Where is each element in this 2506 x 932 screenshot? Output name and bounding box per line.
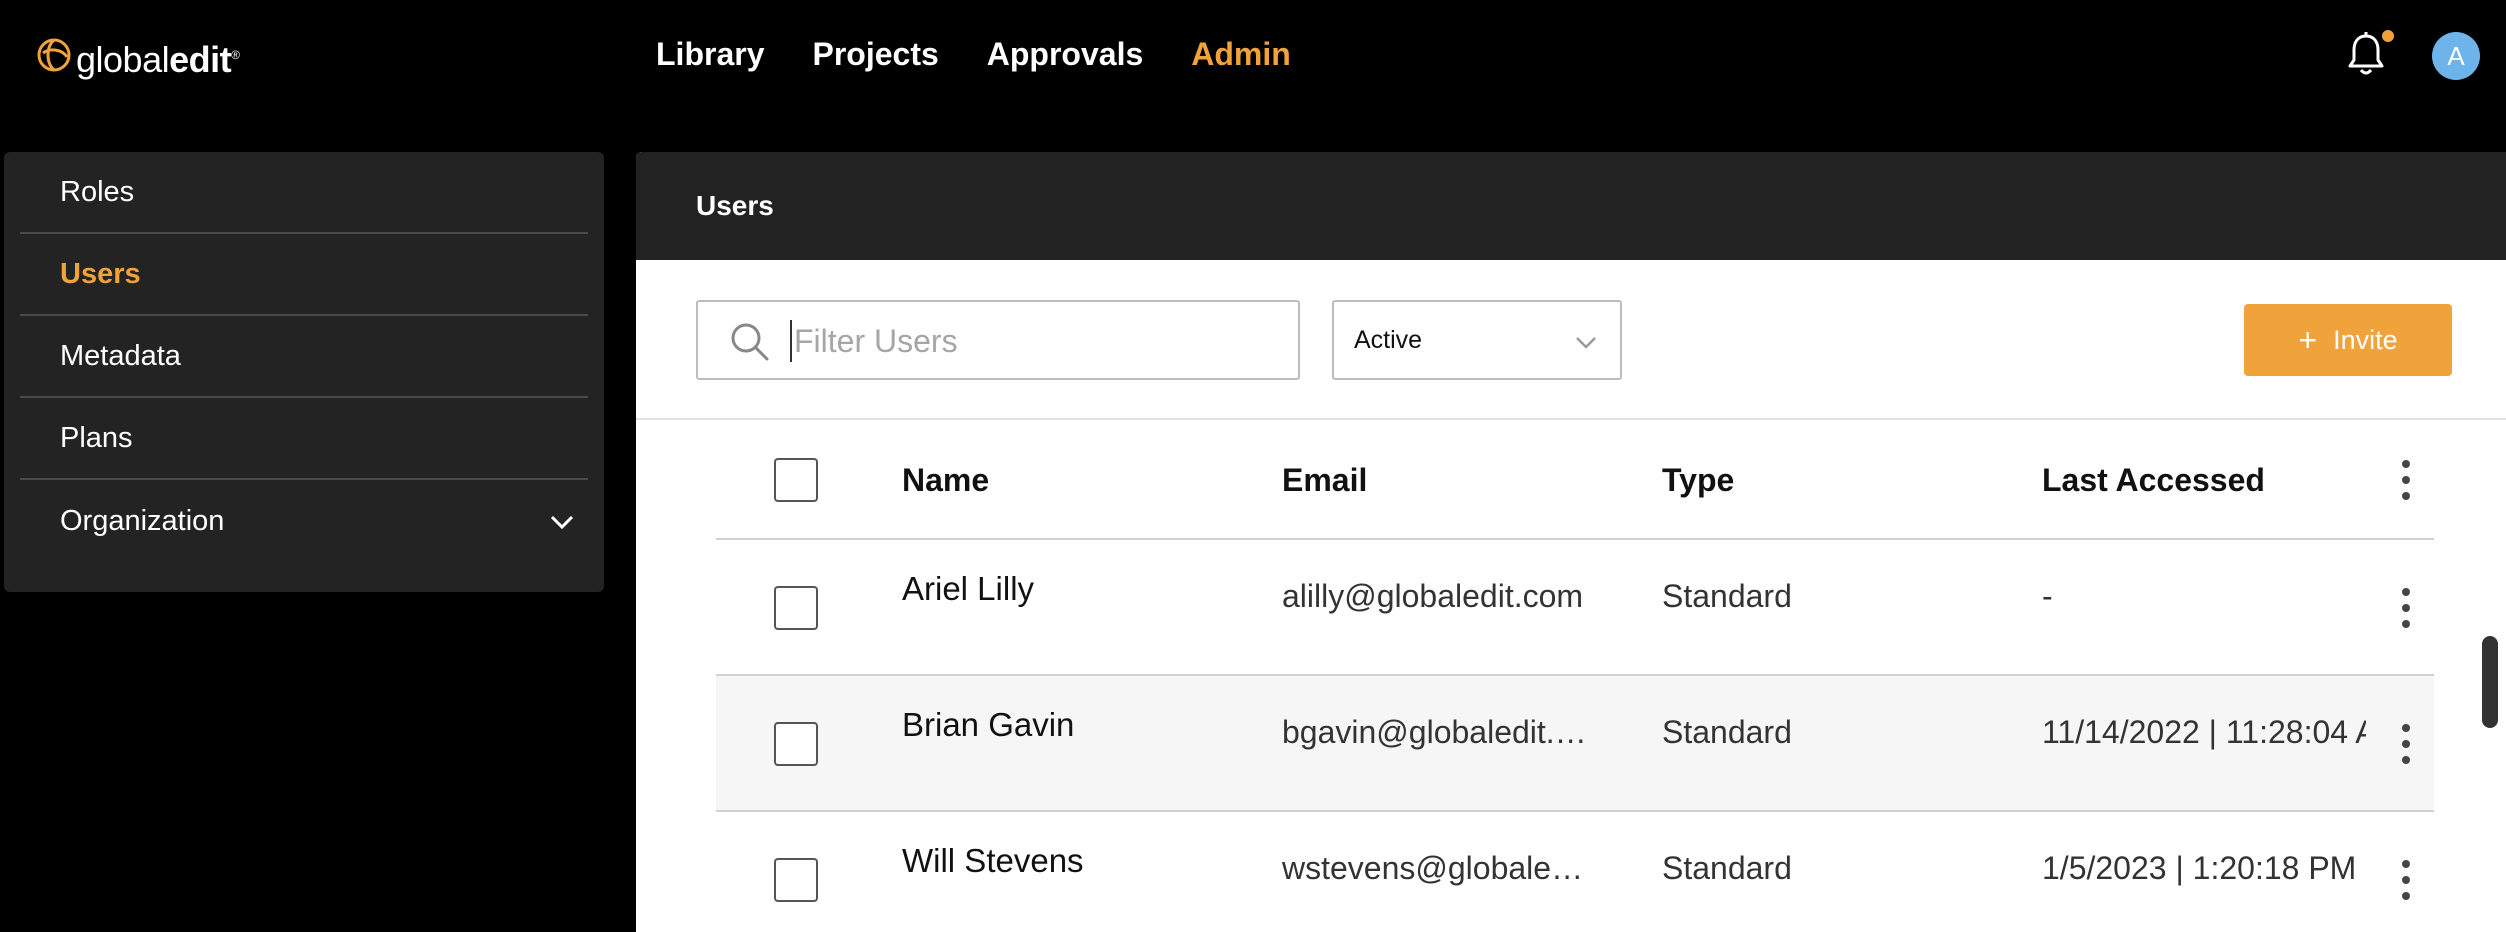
nav-projects[interactable]: Projects <box>812 36 938 73</box>
column-header-type[interactable]: Type <box>1662 462 1962 499</box>
user-email: alilly@globaledit.com <box>1282 578 1584 614</box>
sidebar-item-label: Users <box>60 257 141 290</box>
table-row[interactable]: Brian Gavin bgavin@globaledit.… Standard… <box>716 676 2434 812</box>
sidebar-item-users[interactable]: Users <box>20 234 588 316</box>
sidebar-item-organization[interactable]: Organization <box>20 480 588 562</box>
sidebar-item-label: Plans <box>60 421 133 454</box>
table-row[interactable]: Will Stevens wstevens@globale… Standard … <box>716 812 2434 932</box>
nav-library[interactable]: Library <box>656 36 764 73</box>
nav-approvals[interactable]: Approvals <box>987 36 1143 73</box>
user-type: Standard <box>1662 578 1792 614</box>
sidebar-item-label: Organization <box>60 504 225 537</box>
row-menu-icon[interactable] <box>2396 584 2416 632</box>
column-header-name[interactable]: Name <box>902 462 1262 499</box>
sidebar-item-plans[interactable]: Plans <box>20 398 588 480</box>
status-select-value: Active <box>1354 325 1423 354</box>
table-header-row: Name Email Type Last Accessed <box>716 420 2434 540</box>
chevron-down-icon[interactable] <box>548 508 576 536</box>
status-select[interactable]: Active <box>1332 300 1622 380</box>
row-checkbox[interactable] <box>774 858 818 902</box>
invite-label: Invite <box>2333 324 2398 355</box>
columns-menu-icon[interactable] <box>2396 456 2416 504</box>
select-all-checkbox[interactable] <box>774 458 818 502</box>
user-email: wstevens@globale… <box>1282 850 1584 886</box>
user-name: Will Stevens <box>902 842 1084 879</box>
users-table: Name Email Type Last Accessed Ariel Lill… <box>716 420 2434 932</box>
filter-users-input[interactable] <box>794 312 1274 370</box>
text-caret <box>790 320 792 362</box>
sidebar-item-metadata[interactable]: Metadata <box>20 316 588 398</box>
column-header-last-accessed[interactable]: Last Accessed <box>2042 462 2366 499</box>
nav-admin[interactable]: Admin <box>1191 36 1291 73</box>
user-last-accessed: 11/14/2022 | 11:28:04 A <box>2042 714 2366 750</box>
scrollbar-thumb[interactable] <box>2482 636 2498 728</box>
chevron-down-icon <box>1576 337 1596 349</box>
search-field[interactable] <box>696 300 1300 380</box>
avatar[interactable]: A <box>2432 32 2480 80</box>
plus-icon: + <box>2298 321 2318 358</box>
user-last-accessed: - <box>2042 578 2053 614</box>
user-type: Standard <box>1662 850 1792 886</box>
users-toolbar: Active + Invite <box>636 260 2506 420</box>
table-row[interactable]: Ariel Lilly alilly@globaledit.com Standa… <box>716 540 2434 676</box>
search-icon <box>731 323 769 361</box>
notification-dot <box>2380 28 2396 44</box>
row-checkbox[interactable] <box>774 586 818 630</box>
main-nav: Library Projects Approvals Admin <box>656 36 1291 73</box>
globaledit-logo-icon <box>37 38 71 72</box>
sidebar-item-label: Metadata <box>60 339 181 372</box>
invite-button[interactable]: + Invite <box>2244 304 2452 376</box>
user-email: bgavin@globaledit.… <box>1282 714 1587 750</box>
user-name: Brian Gavin <box>902 706 1075 743</box>
row-menu-icon[interactable] <box>2396 856 2416 904</box>
sidebar-item-label: Roles <box>60 175 135 208</box>
logo-text: globaledit® <box>76 39 240 80</box>
user-last-accessed: 1/5/2023 | 1:20:18 PM <box>2042 850 2357 886</box>
column-header-email[interactable]: Email <box>1282 462 1602 499</box>
top-bar: globaledit® Library Projects Approvals A… <box>0 0 2506 112</box>
globaledit-logo[interactable]: globaledit® <box>34 30 240 80</box>
panel-title: Users <box>636 152 2506 260</box>
user-type: Standard <box>1662 714 1792 750</box>
user-name: Ariel Lilly <box>902 570 1035 607</box>
row-checkbox[interactable] <box>774 722 818 766</box>
sidebar-item-roles[interactable]: Roles <box>20 152 588 234</box>
admin-sidebar: Roles Users Metadata Plans Organization <box>4 152 604 592</box>
row-menu-icon[interactable] <box>2396 720 2416 768</box>
